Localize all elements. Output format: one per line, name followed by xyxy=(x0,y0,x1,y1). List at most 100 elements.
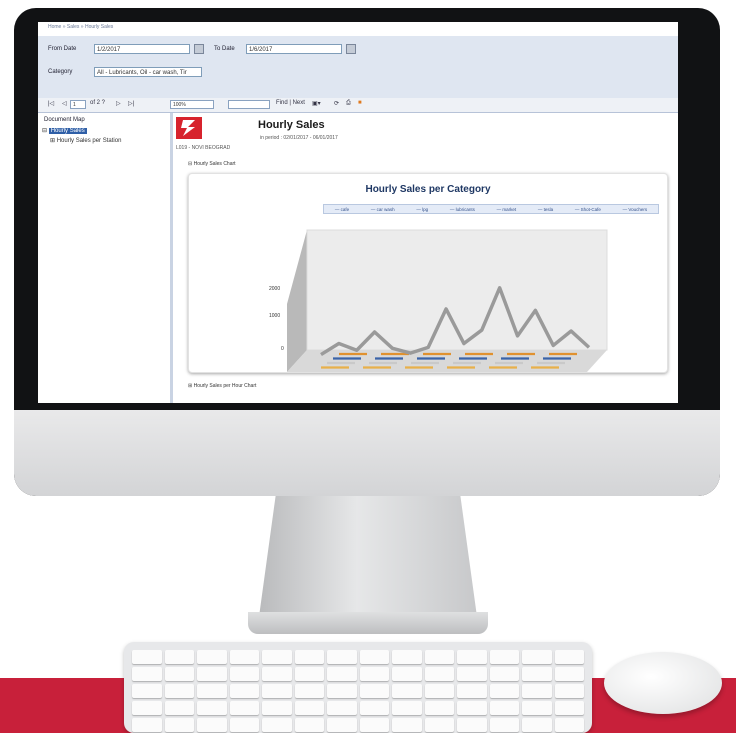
report-toolbar: |◁ ◁ 1 of 2 ? ▷ ▷| 100% Find | Next ▣▾ ⟳… xyxy=(38,98,678,113)
keyboard-key xyxy=(489,718,519,732)
keyboard-key xyxy=(489,684,519,698)
keyboard-key xyxy=(489,667,519,681)
keyboard-key xyxy=(229,701,259,715)
keyboard-key xyxy=(522,684,552,698)
station-label: L019 - NOVI BEOGRAD xyxy=(176,145,231,151)
find-input[interactable] xyxy=(228,100,270,109)
refresh-icon[interactable]: ⟳ xyxy=(334,100,339,107)
keyboard-key xyxy=(522,701,552,715)
keyboard-key xyxy=(132,684,162,698)
keyboard-key xyxy=(359,650,389,664)
export-icon[interactable]: ▣▾ xyxy=(312,100,321,107)
keyboard-key xyxy=(262,667,292,681)
expand-icon[interactable]: ⊞ xyxy=(50,138,55,144)
keyboard-key xyxy=(132,650,162,664)
monitor-stand xyxy=(258,496,478,624)
category-label: Category xyxy=(48,69,73,75)
chart-back-wall-left xyxy=(287,230,307,372)
y-tick-label: 0 xyxy=(281,346,284,352)
keyboard-key xyxy=(457,667,487,681)
keyboard-key xyxy=(262,684,292,698)
category-select[interactable]: All - Lubricants, Oil - car wash, Tir xyxy=(94,67,202,77)
screen: Home » Sales » Hourly Sales From Date 1/… xyxy=(38,22,678,403)
keyboard-key xyxy=(294,650,324,664)
mouse xyxy=(604,652,722,714)
docmap-item-hourly-sales[interactable]: ⊟ Hourly Sales xyxy=(42,127,87,134)
docmap-item-hourly-sales-per-station[interactable]: ⊞ Hourly Sales per Station xyxy=(50,137,121,144)
keyboard-key xyxy=(164,701,194,715)
y-tick-label: 1000 xyxy=(269,313,280,319)
keyboard-key xyxy=(327,650,357,664)
print-icon[interactable]: ⎙ xyxy=(346,100,351,107)
from-date-input[interactable]: 1/2/2017 xyxy=(94,44,190,54)
keyboard-key xyxy=(554,701,584,715)
keyboard-key xyxy=(294,701,324,715)
keyboard-key xyxy=(392,650,422,664)
keyboard-key xyxy=(522,650,552,664)
company-logo xyxy=(176,117,202,139)
breadcrumb[interactable]: Home » Sales » Hourly Sales xyxy=(48,24,113,30)
keyboard-key xyxy=(424,650,454,664)
keyboard-key xyxy=(197,684,227,698)
keyboard-key xyxy=(392,701,422,715)
keyboard-key xyxy=(327,718,357,732)
from-date-label: From Date xyxy=(48,46,77,52)
zoom-select[interactable]: 100% xyxy=(170,100,214,109)
keyboard-key xyxy=(489,701,519,715)
next-page-button[interactable]: ▷ xyxy=(116,100,121,107)
keyboard-key xyxy=(262,718,292,732)
keyboard-key xyxy=(229,718,259,732)
keyboard-key xyxy=(457,650,487,664)
keyboard-key xyxy=(554,718,584,732)
keyboard-key xyxy=(197,701,227,715)
section-hourly-sales-per-hour-chart[interactable]: ⊞ Hourly Sales per Hour Chart xyxy=(188,383,256,389)
keyboard-key xyxy=(392,684,422,698)
keyboard-key xyxy=(132,718,162,732)
last-page-button[interactable]: ▷| xyxy=(128,100,134,107)
keyboard-key xyxy=(522,667,552,681)
calendar-icon[interactable] xyxy=(346,44,356,54)
chart-panel: Hourly Sales per Category cafe car wash … xyxy=(188,173,668,373)
to-date-input[interactable]: 1/6/2017 xyxy=(246,44,342,54)
first-page-button[interactable]: |◁ xyxy=(48,100,54,107)
keyboard-key xyxy=(457,718,487,732)
report-viewer: Hourly Sales in period : 02/01/2017 - 06… xyxy=(174,113,678,403)
keyboard-key xyxy=(359,718,389,732)
calendar-icon[interactable] xyxy=(194,44,204,54)
keyboard-key xyxy=(424,701,454,715)
find-next-button[interactable]: Find | Next xyxy=(276,100,305,106)
chart-plot: 2000 1000 0 xyxy=(269,229,608,372)
collapse-icon[interactable]: ⊟ xyxy=(42,128,47,134)
previous-page-button[interactable]: ◁ xyxy=(62,100,67,107)
keyboard-key xyxy=(197,650,227,664)
keyboard-key xyxy=(164,684,194,698)
keyboard-key xyxy=(327,684,357,698)
keyboard-key xyxy=(262,701,292,715)
keyboard-key xyxy=(294,684,324,698)
keyboard-key xyxy=(164,667,194,681)
keyboard-key xyxy=(457,684,487,698)
keyboard-key xyxy=(359,701,389,715)
docmap-item-label[interactable]: Hourly Sales per Station xyxy=(57,138,122,144)
keyboard-key xyxy=(424,684,454,698)
keyboard-key xyxy=(164,650,194,664)
document-map-title: Document Map xyxy=(44,117,85,123)
feed-icon[interactable]: ■ xyxy=(358,100,362,106)
keyboard-key xyxy=(327,667,357,681)
keyboard-key xyxy=(457,701,487,715)
monitor-chin xyxy=(14,410,720,496)
keyboard-key xyxy=(327,701,357,715)
keyboard-key xyxy=(229,667,259,681)
page-count: of 2 ? xyxy=(90,100,106,106)
page-number-input[interactable]: 1 xyxy=(70,100,86,109)
section-hourly-sales-chart[interactable]: ⊟ Hourly Sales Chart xyxy=(188,161,236,167)
keyboard-keys xyxy=(132,650,584,732)
keyboard-key xyxy=(197,718,227,732)
keyboard-key xyxy=(424,718,454,732)
report-period: in period : 02/01/2017 - 06/01/2017 xyxy=(260,135,338,141)
logo-mark-icon xyxy=(181,120,195,136)
keyboard-key xyxy=(392,667,422,681)
keyboard-key xyxy=(424,667,454,681)
keyboard-key xyxy=(132,667,162,681)
docmap-item-label[interactable]: Hourly Sales xyxy=(48,128,87,134)
